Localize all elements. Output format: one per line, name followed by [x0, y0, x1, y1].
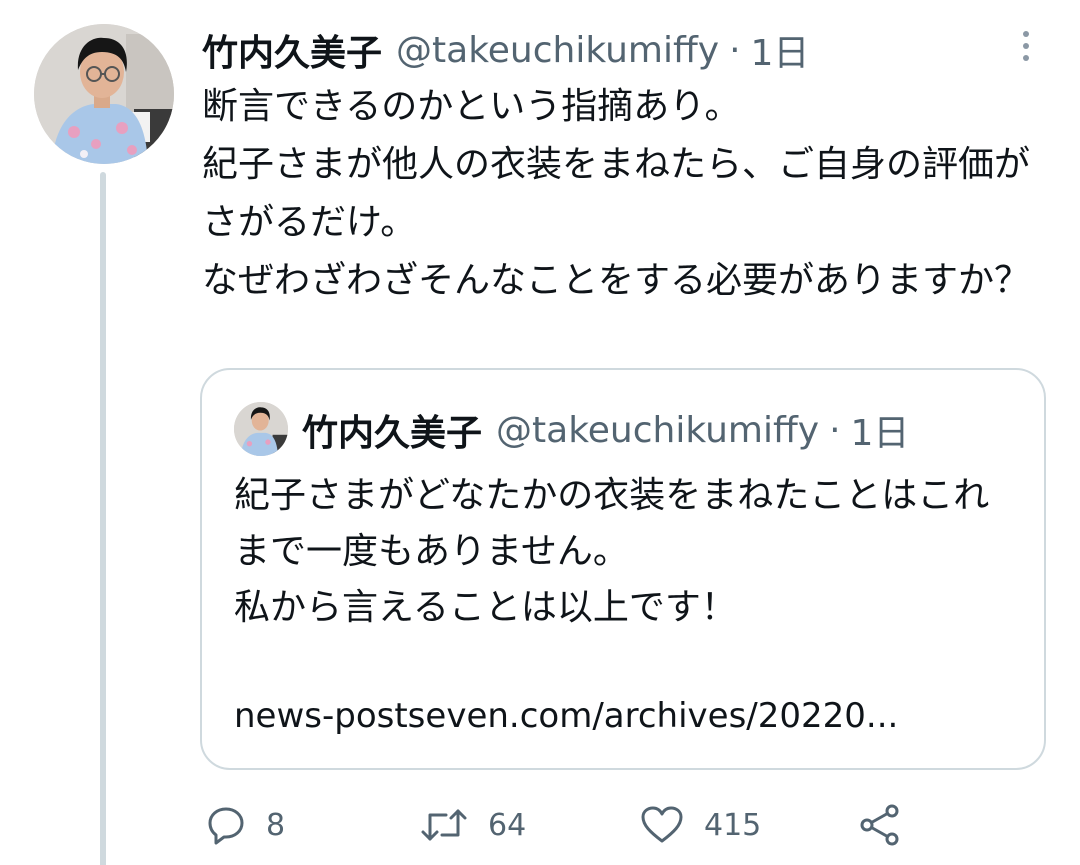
quoted-tweet-text: 紀子さまがどなたかの衣装をまねたことはこれまで一度もありません。 私から言えるこ… — [234, 475, 990, 628]
reply-button[interactable]: 8 — [206, 800, 285, 850]
quoted-author-handle: @takeuchikumiffy — [496, 409, 820, 451]
more-vertical-icon[interactable] — [1014, 28, 1038, 64]
avatar-photo — [34, 24, 174, 164]
like-button[interactable]: 415 — [640, 800, 761, 850]
tweet-time[interactable]: 1日 — [751, 24, 810, 76]
quoted-tweet-link[interactable]: news-postseven.com/archives/20220... — [234, 692, 898, 740]
separator-dot: · — [729, 29, 741, 71]
author-avatar[interactable] — [34, 24, 174, 164]
tweet-header: 竹内久美子 @takeuchikumiffy · 1日 — [202, 24, 809, 76]
share-button[interactable] — [858, 800, 902, 850]
share-icon — [858, 803, 902, 847]
quoted-author-name: 竹内久美子 — [302, 413, 483, 454]
thread-line — [100, 172, 106, 865]
like-count: 415 — [704, 807, 762, 843]
quoted-author-avatar — [234, 402, 288, 456]
retweet-count: 64 — [488, 807, 527, 843]
tweet[interactable]: 竹内久美子 @takeuchikumiffy · 1日 断言できるのかという指摘… — [0, 0, 1080, 865]
reply-icon — [206, 805, 246, 845]
action-bar: 8 64 415 — [0, 800, 1080, 850]
quoted-separator-dot: · — [829, 409, 841, 451]
quoted-avatar-photo — [234, 402, 288, 456]
quoted-tweet-time: 1日 — [850, 413, 910, 454]
retweet-button[interactable]: 64 — [420, 800, 526, 850]
quoted-tweet[interactable]: 竹内久美子 @takeuchikumiffy · 1日 紀子さまがどなたかの衣装… — [200, 368, 1046, 770]
tweet-text: 断言できるのかという指摘あり。 紀子さまが他人の衣装をまねたら、ご自身の評価がさ… — [202, 86, 1031, 301]
quoted-tweet-header: 竹内久美子 @takeuchikumiffy · 1日 — [302, 402, 909, 458]
author-name[interactable]: 竹内久美子 — [202, 24, 382, 76]
retweet-icon — [420, 805, 468, 845]
reply-count: 8 — [266, 807, 286, 843]
heart-icon — [640, 805, 684, 845]
author-handle[interactable]: @takeuchikumiffy — [396, 30, 719, 71]
